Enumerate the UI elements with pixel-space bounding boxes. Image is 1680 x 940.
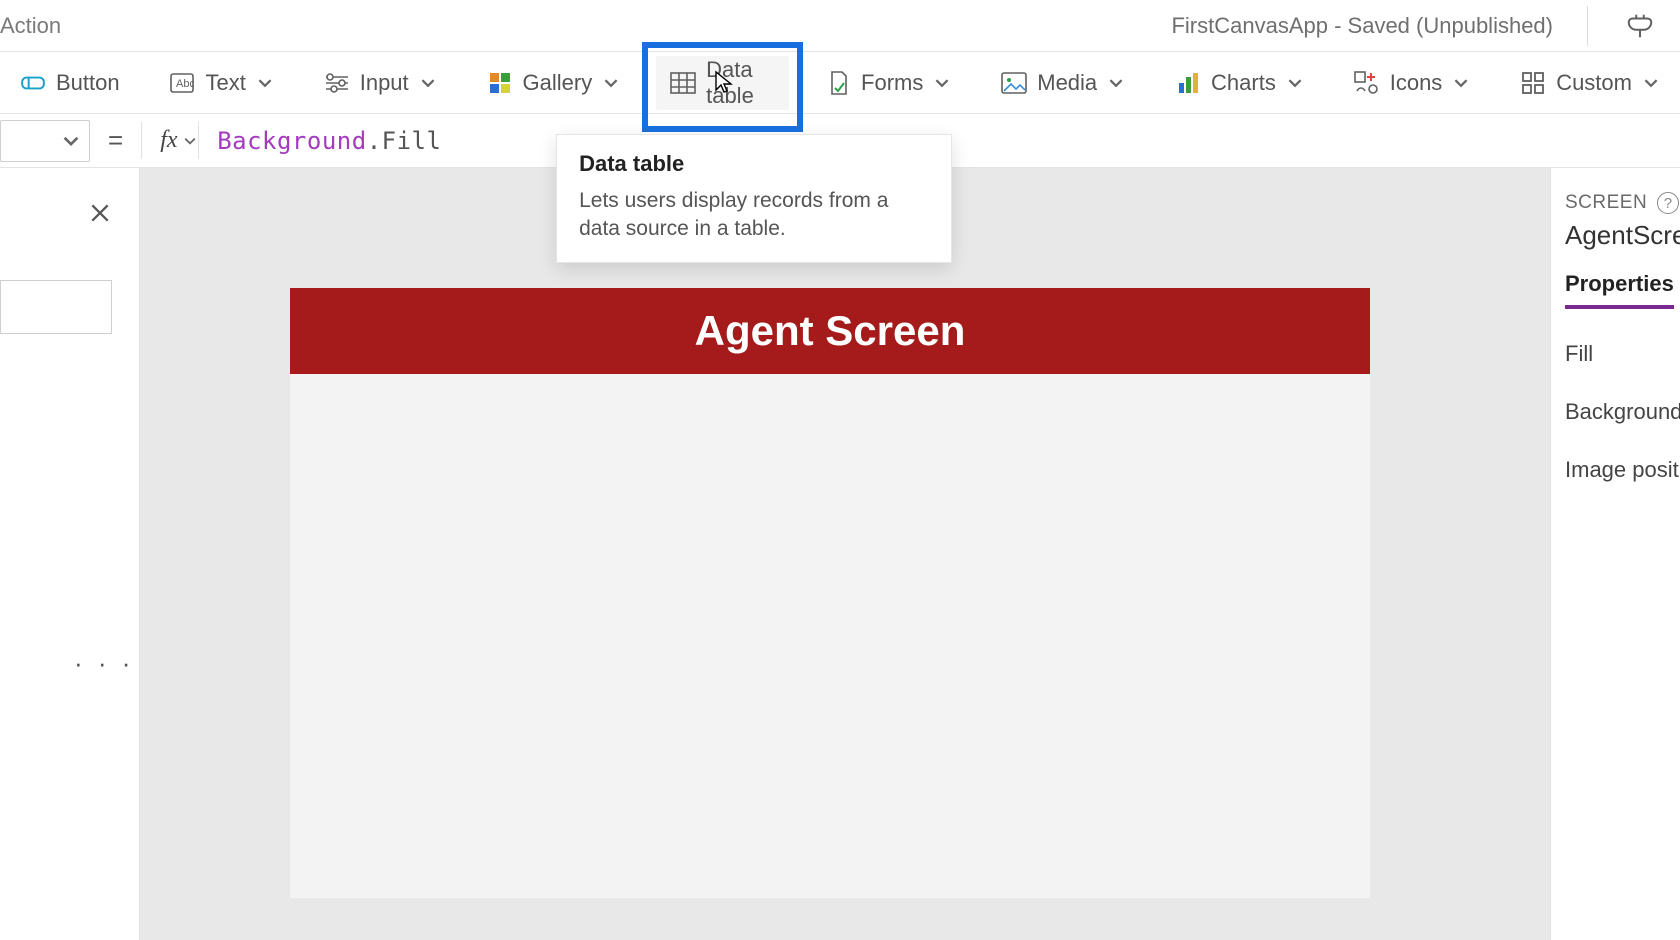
canvas-screen[interactable]: Agent Screen <box>290 288 1370 898</box>
insert-ribbon: Button Abc Text Input <box>0 52 1680 114</box>
properties-panel: SCREEN ? AgentScree Properties Fill Back… <box>1550 168 1680 940</box>
help-icon[interactable]: ? <box>1657 192 1679 214</box>
icons-icon <box>1354 70 1380 96</box>
insert-charts[interactable]: Charts <box>1161 56 1318 110</box>
fx-button[interactable]: fx <box>142 127 198 154</box>
insert-icons[interactable]: Icons <box>1340 56 1485 110</box>
forms-icon <box>825 70 851 96</box>
insert-icons-label: Icons <box>1390 70 1443 96</box>
property-fill-label[interactable]: Fill <box>1565 341 1680 367</box>
chevron-down-icon <box>602 74 620 92</box>
charts-icon <box>1175 70 1201 96</box>
chevron-down-icon <box>1452 74 1470 92</box>
canvas-viewport[interactable]: Agent Screen <box>140 168 1550 940</box>
data-table-icon <box>670 70 696 96</box>
insert-data-table-label: Data table <box>706 57 775 109</box>
insert-text-label: Text <box>205 70 245 96</box>
selected-screen-name: AgentScree <box>1565 220 1680 251</box>
insert-media[interactable]: Media <box>987 56 1139 110</box>
button-icon <box>20 70 46 96</box>
tab-action-label[interactable]: Action <box>0 13 61 39</box>
insert-media-label: Media <box>1037 70 1097 96</box>
tree-view-panel: · · · <box>0 168 140 940</box>
insert-text[interactable]: Abc Text <box>155 56 287 110</box>
main-area: · · · Agent Screen SCREEN ? AgentScree P… <box>0 168 1680 940</box>
property-image-position-label[interactable]: Image positio <box>1565 457 1680 483</box>
insert-gallery[interactable]: Gallery <box>473 56 635 110</box>
text-icon: Abc <box>169 70 195 96</box>
property-selector[interactable] <box>0 120 90 162</box>
chevron-down-icon <box>1642 74 1660 92</box>
tree-search-input[interactable] <box>0 280 112 334</box>
app-title: FirstCanvasApp - Saved (Unpublished) <box>1171 13 1553 39</box>
insert-custom-label: Custom <box>1556 70 1632 96</box>
svg-text:Abc: Abc <box>176 78 194 90</box>
media-icon <box>1001 70 1027 96</box>
title-bar: Action FirstCanvasApp - Saved (Unpublish… <box>0 0 1680 52</box>
close-panel-button[interactable] <box>89 202 111 224</box>
app-checker-icon[interactable] <box>1622 8 1658 44</box>
chevron-down-icon <box>419 74 437 92</box>
tab-properties[interactable]: Properties <box>1565 271 1674 309</box>
insert-button-label: Button <box>56 70 120 96</box>
input-icon <box>324 70 350 96</box>
insert-forms[interactable]: Forms <box>811 56 965 110</box>
gallery-icon <box>487 70 513 96</box>
data-table-tooltip: Data table Lets users display records fr… <box>556 134 952 263</box>
insert-forms-label: Forms <box>861 70 923 96</box>
chevron-down-icon <box>1286 74 1304 92</box>
insert-input[interactable]: Input <box>310 56 451 110</box>
insert-gallery-label: Gallery <box>523 70 593 96</box>
chevron-down-icon <box>256 74 274 92</box>
property-background-image-label[interactable]: Background i <box>1565 399 1680 425</box>
insert-button[interactable]: Button <box>6 56 134 110</box>
tooltip-body: Lets users display records from a data s… <box>579 187 929 244</box>
insert-data-table[interactable]: Data table <box>656 56 789 110</box>
tooltip-title: Data table <box>579 151 929 177</box>
screen-header-label: Agent Screen <box>290 288 1370 374</box>
equals-sign: = <box>90 125 141 156</box>
chevron-down-icon <box>1107 74 1125 92</box>
title-divider <box>1587 6 1588 46</box>
insert-input-label: Input <box>360 70 409 96</box>
panel-section-label: SCREEN ? <box>1565 192 1680 214</box>
insert-charts-label: Charts <box>1211 70 1276 96</box>
chevron-down-icon <box>933 74 951 92</box>
insert-custom[interactable]: Custom <box>1506 56 1674 110</box>
tree-item-more-button[interactable]: · · · <box>74 648 134 679</box>
custom-icon <box>1520 70 1546 96</box>
